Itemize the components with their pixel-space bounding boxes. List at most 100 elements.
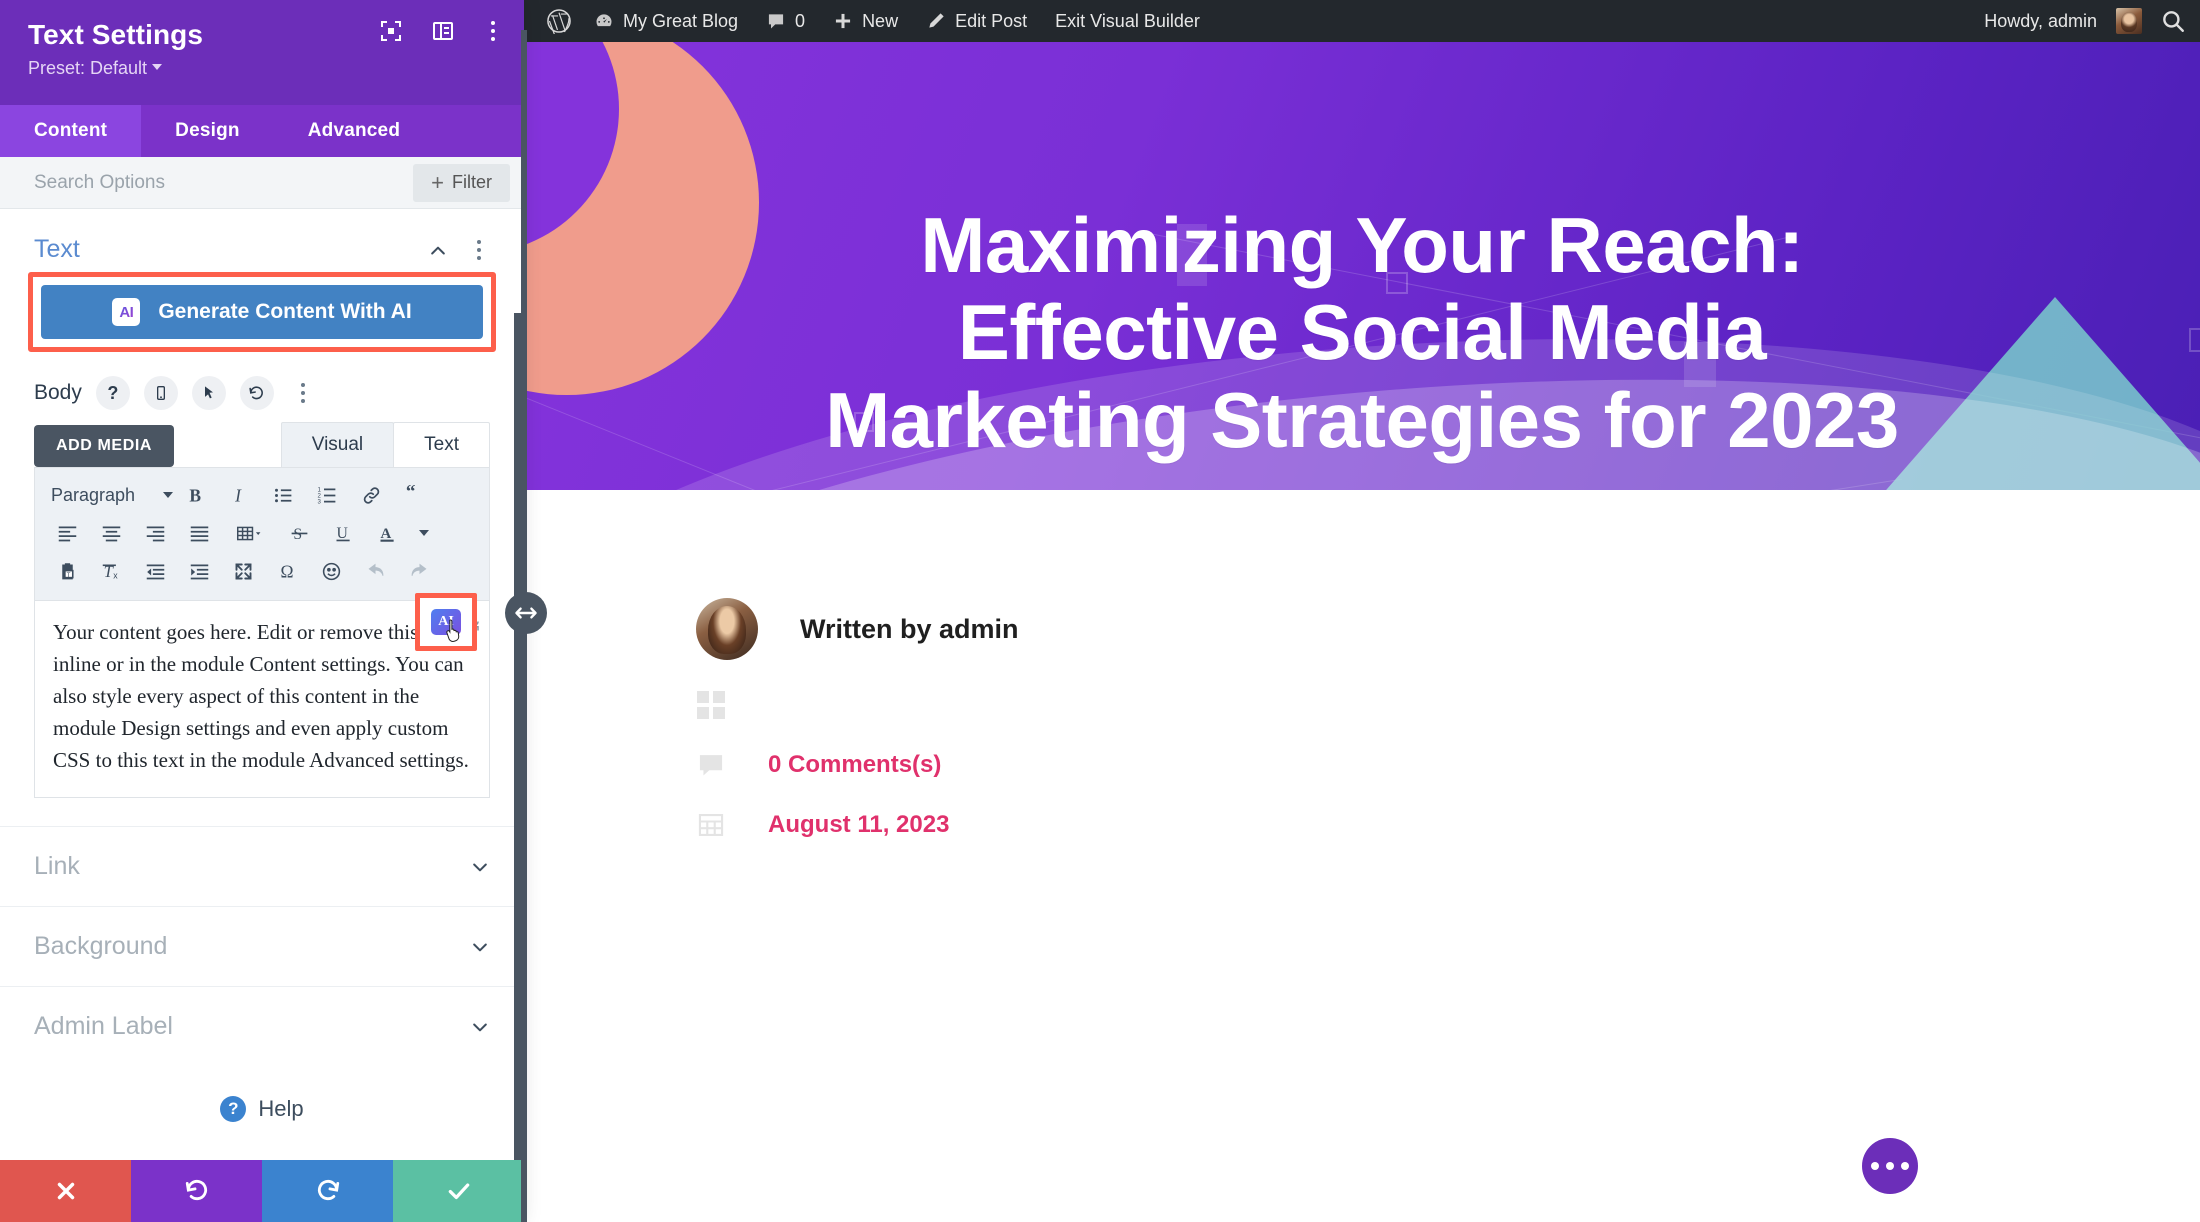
- help-link[interactable]: ? Help: [0, 1066, 524, 1152]
- cancel-button[interactable]: [0, 1160, 131, 1222]
- wordpress-logo-icon[interactable]: [542, 0, 580, 42]
- help-question-icon[interactable]: ?: [95, 376, 130, 410]
- edit-post-link[interactable]: Edit Post: [912, 0, 1041, 42]
- help-question-icon: ?: [220, 1096, 247, 1122]
- chevron-up-icon[interactable]: [428, 241, 446, 259]
- preset-selector[interactable]: Preset: Default: [28, 58, 163, 79]
- post-author-label: Written by admin: [800, 613, 1019, 644]
- tab-content[interactable]: Content: [0, 105, 142, 157]
- comments-link[interactable]: 0: [752, 0, 819, 42]
- inline-ai-badge-icon[interactable]: AI: [431, 609, 461, 635]
- post-title-line-3: Marketing Strategies for 2023: [825, 375, 1899, 464]
- hover-cursor-icon[interactable]: [191, 376, 226, 410]
- site-name-link[interactable]: My Great Blog: [580, 0, 752, 42]
- section-title: Text: [34, 235, 80, 263]
- table-icon[interactable]: [221, 515, 277, 551]
- plus-icon: [835, 13, 851, 29]
- svg-text:I: I: [234, 485, 242, 505]
- undo-icon[interactable]: [353, 553, 397, 589]
- svg-text:T: T: [66, 571, 70, 578]
- editor-mode-tabs: Visual Text: [280, 422, 490, 467]
- format-select[interactable]: Paragraph: [45, 485, 173, 506]
- align-left-icon[interactable]: [45, 515, 89, 551]
- collapsed-section-label: Admin Label: [34, 1012, 173, 1040]
- search-input[interactable]: [34, 171, 354, 194]
- editor-tab-visual[interactable]: Visual: [280, 422, 395, 467]
- kebab-menu-icon[interactable]: [482, 21, 504, 41]
- post-categories-row: [696, 690, 2200, 720]
- redo-button[interactable]: [262, 1160, 393, 1222]
- post-title-line-2: Effective Social Media: [957, 288, 1767, 377]
- numbered-list-icon[interactable]: 1 2 3: [305, 477, 349, 513]
- avatar: [696, 598, 758, 660]
- sidebar-header-actions: [378, 18, 504, 44]
- chevron-down-icon: [470, 1017, 490, 1037]
- undo-icon: [185, 1179, 207, 1201]
- svg-text:U: U: [336, 524, 348, 541]
- filter-button-label: Filter: [452, 172, 492, 192]
- text-color-dropdown-icon[interactable]: [409, 515, 439, 551]
- text-color-icon[interactable]: A: [365, 515, 409, 551]
- tab-advanced[interactable]: Advanced: [274, 105, 434, 157]
- fullscreen-icon[interactable]: [221, 553, 265, 589]
- editor-tab-text[interactable]: Text: [393, 422, 490, 467]
- layout-panel-icon[interactable]: [430, 18, 456, 44]
- module-settings-sidebar: Text Settings Preset: Default Content De…: [0, 0, 524, 1222]
- post-date-link[interactable]: August 11, 2023: [768, 811, 949, 839]
- save-button[interactable]: [393, 1160, 524, 1222]
- collapsed-section-admin-label[interactable]: Admin Label: [0, 986, 524, 1066]
- link-icon[interactable]: [349, 477, 393, 513]
- responsive-mobile-icon[interactable]: [143, 376, 178, 410]
- pencil-icon: [929, 13, 944, 28]
- redo-icon[interactable]: [397, 553, 441, 589]
- ai-badge-icon: AI: [112, 298, 141, 326]
- resize-horizontal-icon: [515, 607, 537, 619]
- howdy-user-menu[interactable]: Howdy, admin: [1970, 0, 2142, 42]
- search-icon[interactable]: [2160, 8, 2186, 34]
- comments-count-link[interactable]: 0 Comments(s): [768, 751, 941, 779]
- italic-icon[interactable]: I: [217, 477, 261, 513]
- calendar-icon: [696, 810, 726, 840]
- toolbar-row-1: Paragraph B I 1 2 3 “: [45, 476, 479, 514]
- strikethrough-icon[interactable]: S: [277, 515, 321, 551]
- section-kebab-menu-icon[interactable]: [468, 239, 490, 260]
- howdy-label: Howdy, admin: [1984, 10, 2097, 31]
- field-kebab-menu-icon[interactable]: [292, 383, 314, 403]
- editor-content-area[interactable]: Your content goes here. Edit or remove t…: [35, 593, 489, 797]
- divi-visual-builder: Text Settings Preset: Default Content De…: [0, 0, 2200, 1222]
- generate-content-with-ai-button[interactable]: AI Generate Content With AI: [41, 285, 483, 339]
- special-character-icon[interactable]: Ω: [265, 553, 309, 589]
- sidebar-resize-handle[interactable]: [505, 592, 547, 634]
- page-settings-fab-button[interactable]: [1862, 1138, 1918, 1194]
- clear-formatting-icon[interactable]: Tx: [89, 553, 133, 589]
- paste-as-text-icon[interactable]: T: [45, 553, 89, 589]
- settings-tabs: Content Design Advanced: [0, 105, 524, 157]
- align-center-icon[interactable]: [89, 515, 133, 551]
- svg-text:A: A: [380, 525, 391, 541]
- generate-ai-button-label: Generate Content With AI: [158, 300, 412, 323]
- redo-icon: [317, 1179, 339, 1201]
- underline-icon[interactable]: U: [321, 515, 365, 551]
- add-media-button[interactable]: ADD MEDIA: [34, 425, 175, 467]
- focus-frame-icon[interactable]: [378, 18, 404, 44]
- tab-design[interactable]: Design: [141, 105, 274, 157]
- editor-header-row: ADD MEDIA Visual Text: [34, 422, 490, 467]
- collapsed-section-background[interactable]: Background: [0, 906, 524, 986]
- emoji-icon[interactable]: [309, 553, 353, 589]
- blockquote-icon[interactable]: “: [393, 477, 437, 513]
- undo-button[interactable]: [131, 1160, 262, 1222]
- chevron-down-icon: [470, 937, 490, 957]
- collapsed-section-link[interactable]: Link: [0, 826, 524, 906]
- body-field-label: Body: [34, 381, 82, 404]
- align-right-icon[interactable]: [133, 515, 177, 551]
- bulleted-list-icon[interactable]: [261, 477, 305, 513]
- filter-button[interactable]: + Filter: [413, 163, 510, 202]
- indent-icon[interactable]: [177, 553, 221, 589]
- bold-icon[interactable]: B: [173, 477, 217, 513]
- reset-icon[interactable]: [239, 376, 274, 410]
- align-justify-icon[interactable]: [177, 515, 221, 551]
- new-content-link[interactable]: New: [819, 0, 912, 42]
- outdent-icon[interactable]: [133, 553, 177, 589]
- wysiwyg-editor: Paragraph B I 1 2 3 “ U A T T x Ω Your c…: [34, 467, 490, 798]
- exit-visual-builder-link[interactable]: Exit Visual Builder: [1041, 0, 1214, 42]
